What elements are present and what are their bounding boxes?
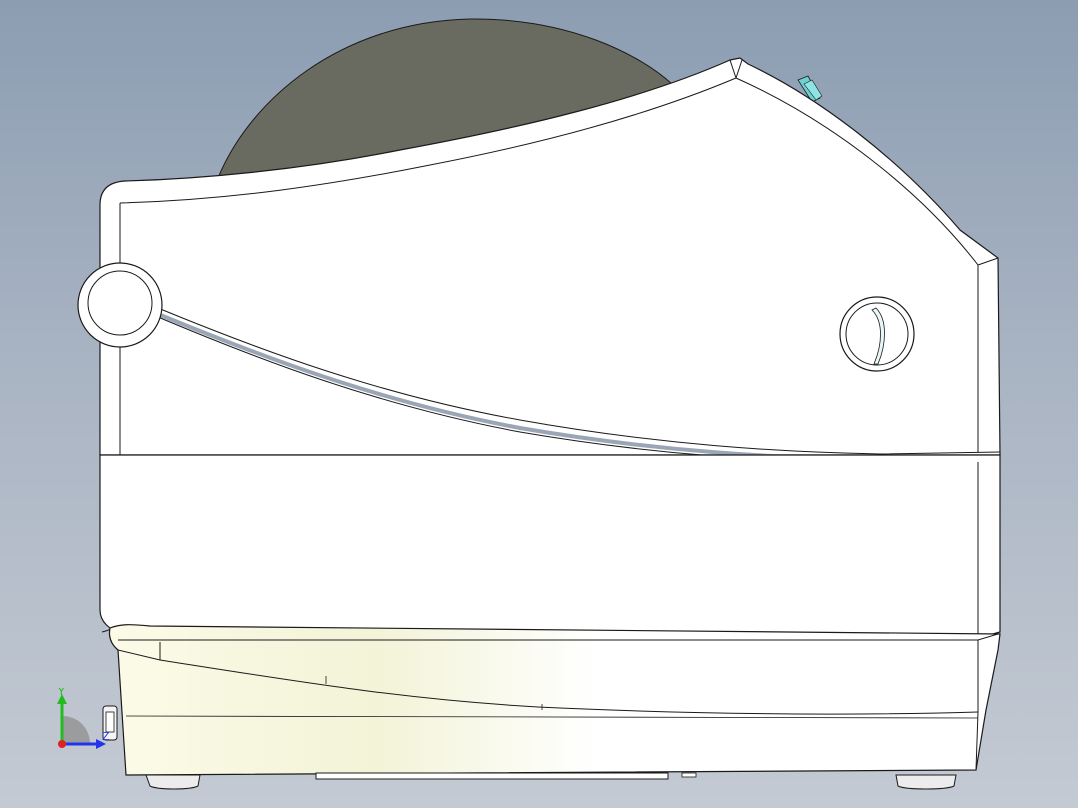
hinge-knob-inner bbox=[87, 270, 153, 336]
triad-sweep bbox=[62, 716, 90, 744]
printer-side-view-model[interactable] bbox=[0, 0, 1078, 808]
coordinate-triad: Y Z bbox=[57, 688, 110, 749]
cad-viewport[interactable]: Y Z bbox=[0, 0, 1078, 808]
base-housing bbox=[108, 624, 1001, 776]
rubber-foot-right bbox=[895, 774, 957, 790]
rubber-foot-left bbox=[145, 774, 201, 790]
y-axis-label: Y bbox=[57, 688, 65, 698]
bottom-plate bbox=[315, 772, 669, 780]
triad-origin bbox=[58, 740, 66, 748]
z-axis-label: Z bbox=[102, 730, 110, 743]
middle-body bbox=[99, 454, 1001, 639]
bottom-tab bbox=[681, 772, 697, 778]
